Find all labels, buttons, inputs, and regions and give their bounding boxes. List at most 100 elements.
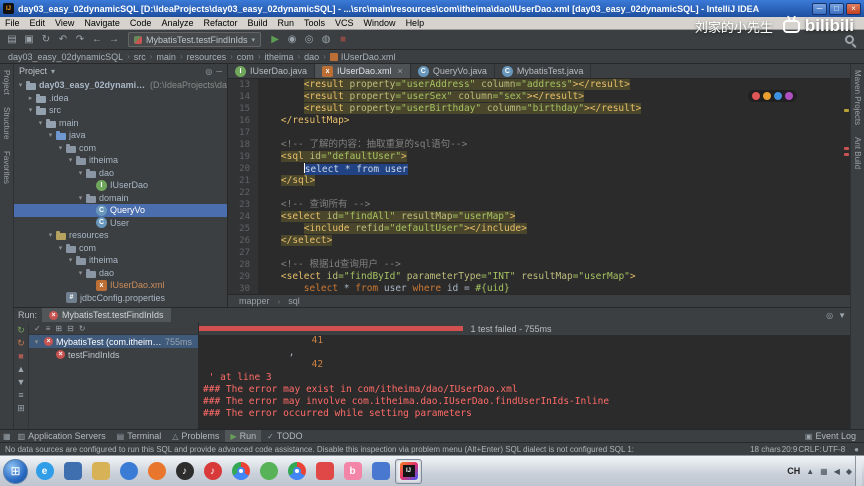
profiler-icon[interactable]: ◍ [318,32,334,48]
code-line-30[interactable]: 30 select * from user where id = #{uid} [228,283,850,294]
search-everywhere-icon[interactable] [845,35,854,44]
sort-icon[interactable]: ≡ [46,324,51,333]
toolwindow-button-event-log[interactable]: ▣ Event Log [800,430,861,443]
chrome-icon[interactable] [227,459,254,484]
tray-volume-icon[interactable]: ◀ [834,467,840,476]
tray-shield-icon[interactable]: ◆ [846,467,852,476]
colorful-browser-icon[interactable] [283,459,310,484]
tray-arrow-icon[interactable]: ▲ [806,467,814,476]
console-output[interactable]: 41 , 42 ' at line 3 ### The error may exi… [199,335,850,429]
forward-icon[interactable]: → [106,32,122,48]
breadcrumb-item-main[interactable]: main [155,52,177,62]
editor-breadcrumb-sql[interactable]: sql [287,296,301,306]
blue-app-icon[interactable] [367,459,394,484]
bilibili-app-icon[interactable]: b [339,459,366,484]
toolwindow-button-project[interactable]: Project [2,68,11,97]
menu-analyze[interactable]: Analyze [156,18,198,28]
recorder-dot-icon[interactable] [774,92,782,100]
green-app-icon[interactable] [255,459,282,484]
back-icon[interactable]: ← [89,32,105,48]
maximize-button[interactable]: □ [829,2,844,15]
menu-tools[interactable]: Tools [299,18,330,28]
code-line-17[interactable]: 17 [228,127,850,139]
code-line-15[interactable]: 15 <result property="userBirthday" colum… [228,103,850,115]
hide-passed-icon[interactable]: ✓ [34,324,41,333]
tree-item-resources[interactable]: ▾ resources [14,229,227,242]
status-18-chars[interactable]: 18 chars [750,445,781,454]
error-stripe-mark[interactable] [844,147,849,150]
open-icon[interactable]: ▤ [4,32,20,48]
hide-panel-icon[interactable]: ▼ [838,311,846,320]
close-button[interactable]: × [846,2,861,15]
toolwindow-button-todo[interactable]: ✓ TODO [262,430,308,443]
stop-icon[interactable]: ■ [335,32,351,48]
rerun-icon[interactable]: ↻ [17,325,25,336]
toolwindow-switcher-icon[interactable]: ▦ [3,432,11,441]
rerun-failed-icon[interactable]: ↻ [17,338,25,349]
code-editor[interactable]: 13 <result property="userAddress" column… [228,79,850,294]
code-line-20[interactable]: 20 select * from user [228,163,850,175]
code-line-29[interactable]: 29 <select id="findById" parameterType="… [228,271,850,283]
editor-tab-iuserdao-java[interactable]: I IUserDao.java [228,64,316,78]
tray-network-icon[interactable]: ▦ [820,467,828,476]
editor-breadcrumb-mapper[interactable]: mapper [238,296,271,306]
debug-icon[interactable]: ◉ [284,32,300,48]
editor-tab-queryvo-java[interactable]: C QueryVo.java [410,64,495,78]
tree-item-jdbcconfig-properties[interactable]: # jdbcConfig.properties [14,292,227,305]
hide-panel-icon[interactable]: ─ [216,67,222,76]
history-icon[interactable]: ↻ [79,324,86,333]
minimize-button[interactable]: ─ [812,2,827,15]
tree-item-dao[interactable]: ▾ dao [14,267,227,280]
breadcrumb-item-dao[interactable]: dao [303,52,320,62]
browser-app-icon[interactable] [59,459,86,484]
explorer-folder-icon[interactable] [87,459,114,484]
run-configuration-select[interactable]: MybatisTest.testFindInIds ▾ [128,32,262,47]
breadcrumb-item-itheima[interactable]: itheima [263,52,294,62]
code-line-24[interactable]: 24 <select id="findAll" resultMap="userM… [228,211,850,223]
tree-item-itheima[interactable]: ▾ itheima [14,254,227,267]
start-button[interactable]: ⊞ [3,458,28,484]
status-20-9[interactable]: 20:9 [782,445,798,454]
menu-code[interactable]: Code [125,18,157,28]
menu-edit[interactable]: Edit [25,18,51,28]
close-tab-icon[interactable]: × [398,66,403,76]
tree-item-dao[interactable]: ▾ dao [14,167,227,180]
breadcrumb-item-day03-easy-02dynamicsql[interactable]: day03_easy_02dynamicSQL [7,52,124,62]
tree-item-user[interactable]: C User [14,217,227,230]
tree-item-java[interactable]: ▾ java [14,129,227,142]
recorder-dot-icon[interactable] [763,92,771,100]
sync-icon[interactable]: ↻ [38,32,54,48]
menu-help[interactable]: Help [401,18,430,28]
editor-tab-mybatistest-java[interactable]: C MybatisTest.java [494,64,592,78]
menu-navigate[interactable]: Navigate [79,18,125,28]
code-line-25[interactable]: 25 <include refid="defaultUser"></includ… [228,223,850,235]
tree-item-idea[interactable]: ▸ .idea [14,92,227,105]
error-stripe-mark[interactable] [844,153,849,156]
toolwindow-button-structure[interactable]: Structure [2,105,11,141]
test-node-testfindinids[interactable]: × testFindInIds [29,348,198,361]
tree-item-domain[interactable]: ▾ domain [14,192,227,205]
menu-file[interactable]: File [0,18,25,28]
stop-icon[interactable]: ■ [18,351,23,362]
coverage-icon[interactable]: ◎ [301,32,317,48]
tree-item-com[interactable]: ▾ com [14,242,227,255]
menu-view[interactable]: View [50,18,79,28]
recorder-dot-icon[interactable] [785,92,793,100]
tree-item-itheima[interactable]: ▾ itheima [14,154,227,167]
redo-icon[interactable]: ↷ [72,32,88,48]
toolwindow-button-favorites[interactable]: Favorites [2,149,11,186]
test-node-mybatistest-com-itheima-te[interactable]: ▾ × MybatisTest (com.itheima.te 755ms [29,335,198,348]
chevron-down-icon[interactable]: ▾ [51,67,55,76]
blue-circle-app-icon[interactable] [115,459,142,484]
show-desktop-button[interactable] [855,455,862,486]
red-app-icon[interactable] [311,459,338,484]
gear-icon[interactable]: ◎ [205,67,212,76]
breadcrumb-item-com[interactable]: com [236,52,255,62]
breadcrumb-item-resources[interactable]: resources [186,52,228,62]
collapse-all-icon[interactable]: ⊟ [67,324,74,333]
breadcrumb-item-src[interactable]: src [133,52,147,62]
toolwindow-button-run[interactable]: ▶ Run [225,429,262,443]
intellij-idea-icon[interactable] [395,458,422,484]
pin-icon[interactable]: ⊞ [17,403,25,414]
code-line-26[interactable]: 26 </select> [228,235,850,247]
